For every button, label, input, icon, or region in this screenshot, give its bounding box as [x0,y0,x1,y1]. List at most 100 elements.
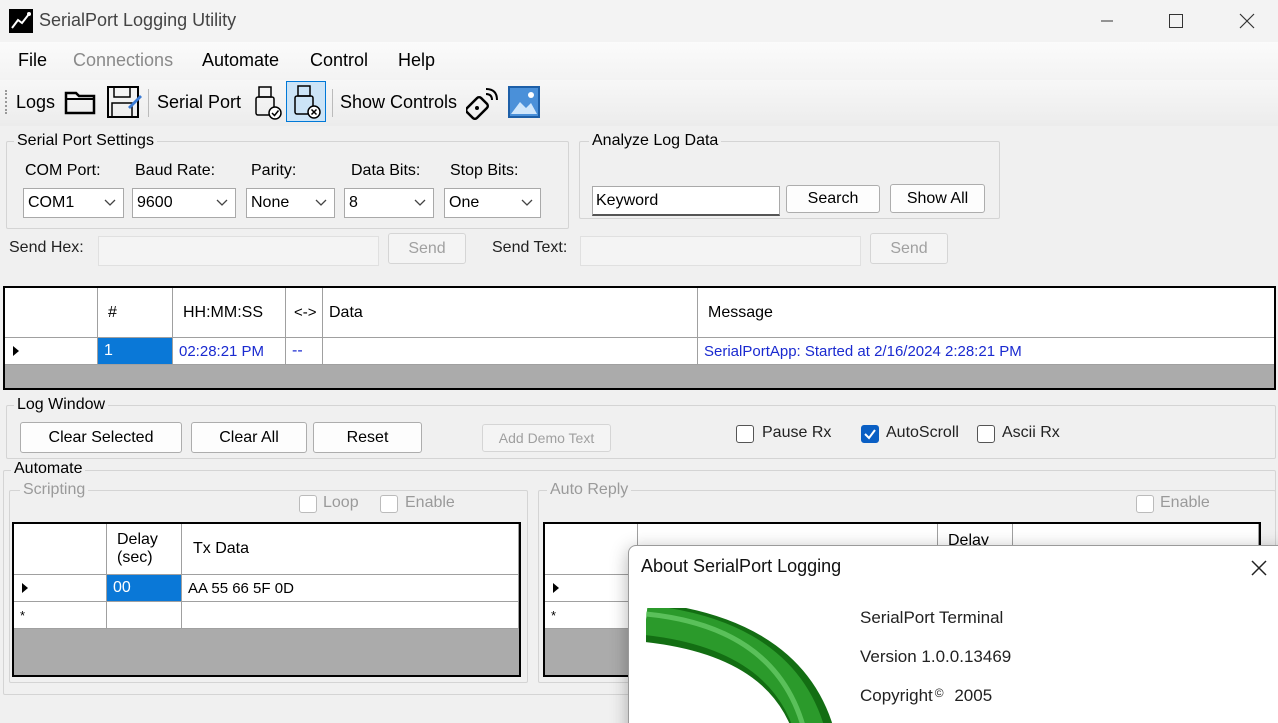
serial-settings-title: Serial Port Settings [14,132,157,150]
stop-bits-select[interactable]: One [444,188,541,218]
log-cell-num[interactable]: 1 [98,338,173,365]
menu-bar [0,42,1278,80]
scripting-enable-label[interactable]: Enable [405,494,455,512]
row-header-corner [14,524,107,575]
column-header-delay[interactable]: Delay (sec) [107,524,182,575]
log-cell-message[interactable]: SerialPortApp: Started at 2/16/2024 2:28… [698,338,1274,365]
pause-rx-checkbox[interactable] [736,425,754,443]
menu-connections[interactable]: Connections [73,50,173,71]
menu-file[interactable]: File [18,50,47,71]
log-cell-direction[interactable]: -- [286,338,323,365]
chevron-down-icon [414,199,426,206]
new-row-header[interactable]: * [545,602,638,629]
new-row-asterisk-icon: * [20,607,26,623]
clear-selected-button[interactable]: Clear Selected [20,422,182,453]
about-close-button[interactable] [1243,554,1275,582]
ascii-rx-checkbox[interactable] [977,425,995,443]
log-cell-data[interactable] [323,338,698,365]
column-header-time[interactable]: HH:MM:SS [173,288,286,338]
send-hex-button[interactable]: Send [388,233,466,264]
show-all-button[interactable]: Show All [890,184,985,213]
open-folder-icon[interactable] [64,89,96,120]
new-row-header[interactable]: * [14,602,107,629]
maximize-button[interactable] [1153,0,1199,42]
automate-title: Automate [11,460,86,478]
window-title: SerialPort Logging Utility [39,10,237,30]
chevron-down-icon [216,199,228,206]
menu-control[interactable]: Control [310,50,368,71]
autoscroll-label[interactable]: AutoScroll [886,424,959,442]
app-icon [9,9,33,33]
row-header-current[interactable] [545,575,638,602]
column-header-data[interactable]: Data [323,288,698,338]
ascii-rx-label[interactable]: Ascii Rx [1002,424,1060,442]
column-header-num[interactable]: # [98,288,173,338]
usb-connect-icon[interactable] [252,85,284,126]
send-hex-input[interactable] [98,236,379,266]
column-header-direction[interactable]: <-> [286,288,323,338]
current-row-arrow-icon [22,583,28,593]
loop-checkbox[interactable] [299,495,317,513]
baud-rate-value: 9600 [137,194,173,211]
toolbar-logs-label: Logs [16,92,56,112]
current-row-arrow-icon [553,583,559,593]
auto-reply-title: Auto Reply [547,481,632,499]
about-copyright-label: Copyright [860,686,933,705]
send-text-label: Send Text: [492,239,568,256]
loop-label[interactable]: Loop [323,494,359,512]
row-header-corner [545,524,638,575]
baud-rate-label: Baud Rate: [135,162,216,179]
baud-rate-select[interactable]: 9600 [132,188,236,218]
remote-control-icon[interactable] [464,86,500,125]
minimize-button[interactable] [1084,0,1130,42]
autoscroll-checkbox[interactable] [861,425,879,443]
close-button[interactable] [1224,0,1270,42]
clear-all-button[interactable]: Clear All [191,422,307,453]
about-dialog: About SerialPort Logging SerialPort Term… [628,545,1278,723]
log-grid[interactable]: # HH:MM:SS <-> Data Message 1 02:28:21 P… [3,286,1276,390]
chevron-down-icon [104,199,116,206]
script-cell-tx-data[interactable]: AA 55 66 5F 0D [182,575,519,602]
search-button[interactable]: Search [786,185,880,213]
script-cell-delay[interactable]: 00 [107,575,182,602]
row-header-current[interactable] [14,575,107,602]
image-icon[interactable] [508,86,540,123]
menu-help[interactable]: Help [398,50,435,71]
row-header-current[interactable] [5,338,98,365]
column-header-message[interactable]: Message [698,288,1274,338]
chevron-down-icon [521,199,533,206]
usb-disconnect-button[interactable] [286,81,326,122]
toolbar-grip [5,90,8,114]
parity-select[interactable]: None [246,188,335,218]
pause-rx-label[interactable]: Pause Rx [762,424,831,442]
menu-automate[interactable]: Automate [202,50,279,71]
about-copyright: Copyright © 2005 [860,686,992,706]
com-port-value: COM1 [28,194,75,211]
script-grid[interactable]: Delay (sec) Tx Data 00 AA 55 66 5F 0D * [12,522,521,677]
scripting-enable-checkbox[interactable] [380,495,398,513]
about-dialog-title: About SerialPort Logging [641,556,842,576]
scripting-title: Scripting [20,481,89,499]
keyword-input[interactable]: Keyword [592,186,780,216]
auto-reply-enable-checkbox[interactable] [1136,495,1154,513]
send-text-button[interactable]: Send [870,233,948,264]
send-hex-label: Send Hex: [9,239,84,256]
data-bits-label: Data Bits: [351,162,421,179]
about-version: Version 1.0.0.13469 [860,647,1012,666]
add-demo-text-button[interactable]: Add Demo Text [482,424,611,452]
close-icon [1251,560,1267,576]
com-port-select[interactable]: COM1 [23,188,124,218]
analyze-title: Analyze Log Data [589,132,722,150]
send-text-input[interactable] [580,236,861,266]
new-row-cell[interactable] [182,602,519,629]
auto-reply-enable-label[interactable]: Enable [1160,494,1210,512]
column-header-tx-data[interactable]: Tx Data [182,524,519,575]
reset-button[interactable]: Reset [313,422,422,453]
log-cell-time[interactable]: 02:28:21 PM [173,338,286,365]
save-log-icon[interactable] [106,85,142,126]
stop-bits-value: One [449,194,480,211]
about-logo-image [646,608,844,723]
new-row-cell[interactable] [107,602,182,629]
about-copyright-year: 2005 [954,686,993,705]
data-bits-select[interactable]: 8 [344,188,434,218]
